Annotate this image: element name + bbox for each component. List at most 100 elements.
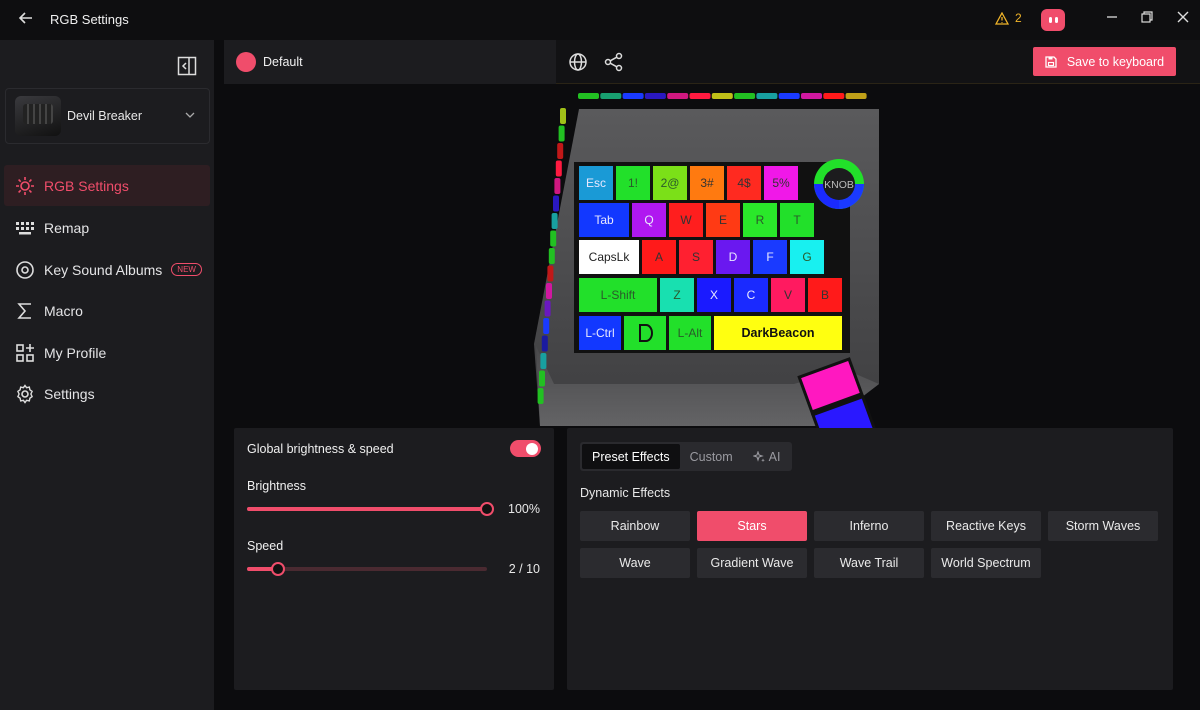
effect-rainbow[interactable]: Rainbow xyxy=(580,511,690,541)
effect-wave-trail[interactable]: Wave Trail xyxy=(814,548,924,578)
key-label: L-Ctrl xyxy=(585,326,614,340)
key-label: Esc xyxy=(586,176,606,190)
sidebar-item-macro[interactable]: Macro xyxy=(4,290,210,331)
sidebar-item-label: Key Sound Albums xyxy=(44,261,163,278)
led-strip-segment xyxy=(578,93,599,99)
led-strip-segment xyxy=(548,248,555,264)
sun-icon xyxy=(14,175,36,197)
effect-world-spectrum[interactable]: World Spectrum xyxy=(931,548,1041,578)
led-strip-segment xyxy=(555,160,562,177)
led-strip-segment xyxy=(550,230,557,247)
sidebar-item-label: Macro xyxy=(44,302,83,319)
minimize-button[interactable] xyxy=(1101,8,1123,30)
warning-indicator[interactable]: 2 xyxy=(995,11,1022,25)
knob[interactable]: KNOB xyxy=(814,159,864,209)
led-strip-segment xyxy=(551,213,558,229)
profile-header[interactable]: Default xyxy=(224,40,556,84)
new-badge: NEW xyxy=(171,263,202,276)
toolbar: Save to keyboard xyxy=(556,40,1200,84)
device-selector[interactable]: Devil Breaker xyxy=(5,88,210,144)
main-area: Default Save to keyboard Esc 1! 2@ 3# 4$… xyxy=(214,40,1200,710)
speed-slider[interactable] xyxy=(247,562,487,576)
brightness-label: Brightness xyxy=(247,479,307,493)
effect-wave[interactable]: Wave xyxy=(580,548,690,578)
global-brightness-toggle[interactable] xyxy=(510,440,541,457)
sidebar-item-my-profile[interactable]: My Profile xyxy=(4,332,210,373)
key-label: R xyxy=(756,213,765,227)
led-strip-segment xyxy=(546,283,552,299)
minimize-icon xyxy=(1107,16,1117,18)
close-icon xyxy=(1177,11,1189,23)
led-strip-segment xyxy=(553,195,559,212)
effect-tabs: Preset Effects Custom AI xyxy=(580,442,793,471)
sidebar-item-label: RGB Settings xyxy=(44,177,129,194)
led-strip-segment xyxy=(801,93,822,99)
restore-button[interactable] xyxy=(1136,8,1158,30)
sparkle-icon xyxy=(752,450,765,462)
effect-gradient-wave[interactable]: Gradient Wave xyxy=(697,548,807,578)
keyboard-icon xyxy=(14,217,36,239)
back-arrow-icon[interactable] xyxy=(18,10,38,30)
key-label: 1! xyxy=(628,176,638,190)
sigma-icon xyxy=(14,300,36,322)
key-logo[interactable] xyxy=(624,316,666,350)
sidebar-item-label: My Profile xyxy=(44,344,107,361)
tab-ai[interactable]: AI xyxy=(743,444,791,469)
led-strip-segment xyxy=(560,108,566,124)
sidebar-item-settings[interactable]: Settings xyxy=(4,373,210,414)
key-label: D xyxy=(729,250,738,264)
effect-reactive-keys[interactable]: Reactive Keys xyxy=(931,511,1041,541)
led-strip-segment xyxy=(823,93,845,99)
led-strip-segment xyxy=(558,125,565,142)
globe-icon[interactable] xyxy=(568,52,588,72)
collapse-sidebar-icon[interactable] xyxy=(177,56,197,76)
effects-panel: Preset Effects Custom AI Dynamic Effects… xyxy=(567,428,1173,690)
key-label: S xyxy=(692,250,700,264)
key-label: 4$ xyxy=(737,176,751,190)
key-label: G xyxy=(802,250,811,264)
keyboard-preview: Esc 1! 2@ 3# 4$ 5% Tab Q W E R T CapsLk A S D F G L-Shift Z… xyxy=(224,84,1174,456)
sidebar-item-remap[interactable]: Remap xyxy=(4,207,210,248)
effect-storm-waves[interactable]: Storm Waves xyxy=(1048,511,1158,541)
close-button[interactable] xyxy=(1172,8,1194,30)
title-bar: RGB Settings 2 xyxy=(0,0,1200,40)
key-label: A xyxy=(655,250,663,264)
save-to-keyboard-button[interactable]: Save to keyboard xyxy=(1033,47,1176,76)
led-strip-segment xyxy=(544,300,551,317)
disc-icon xyxy=(14,259,36,281)
speed-slider-thumb[interactable] xyxy=(271,562,286,576)
key-label: E xyxy=(719,213,727,227)
tab-label: AI xyxy=(768,449,781,464)
key-label: 2@ xyxy=(661,176,680,190)
sidebar-item-key-sound-albums[interactable]: Key Sound Albums NEW xyxy=(4,249,210,290)
share-icon[interactable] xyxy=(604,52,624,72)
brightness-slider-fill xyxy=(247,507,487,511)
led-strip-segment xyxy=(554,178,561,194)
speed-label: Speed xyxy=(247,539,284,553)
grid-plus-icon xyxy=(14,342,36,364)
device-image xyxy=(15,96,61,136)
tab-custom[interactable]: Custom xyxy=(680,444,743,469)
warning-icon xyxy=(995,11,1009,25)
led-strip-segment xyxy=(845,93,867,99)
effect-inferno[interactable]: Inferno xyxy=(814,511,924,541)
sidebar-item-label: Settings xyxy=(44,385,95,402)
effect-stars[interactable]: Stars xyxy=(697,511,807,541)
gear-icon xyxy=(14,383,36,405)
dynamic-effects-title: Dynamic Effects xyxy=(580,486,671,500)
led-strip-segment xyxy=(667,93,689,99)
tab-label: Preset Effects xyxy=(592,449,670,464)
key-label: V xyxy=(784,288,792,302)
sidebar-item-label: Remap xyxy=(44,219,90,236)
profile-color-dot xyxy=(236,52,256,72)
brightness-slider[interactable] xyxy=(247,502,494,516)
led-strip-segment xyxy=(547,265,554,282)
device-name: Devil Breaker xyxy=(67,109,143,123)
save-button-label: Save to keyboard xyxy=(1066,54,1165,69)
user-avatar[interactable] xyxy=(1041,9,1065,31)
key-label: Tab xyxy=(594,213,614,227)
sidebar-item-rgb-settings[interactable]: RGB Settings xyxy=(4,165,210,206)
key-label: B xyxy=(821,288,829,302)
key-label: Q xyxy=(644,213,653,227)
tab-preset-effects[interactable]: Preset Effects xyxy=(582,444,680,469)
